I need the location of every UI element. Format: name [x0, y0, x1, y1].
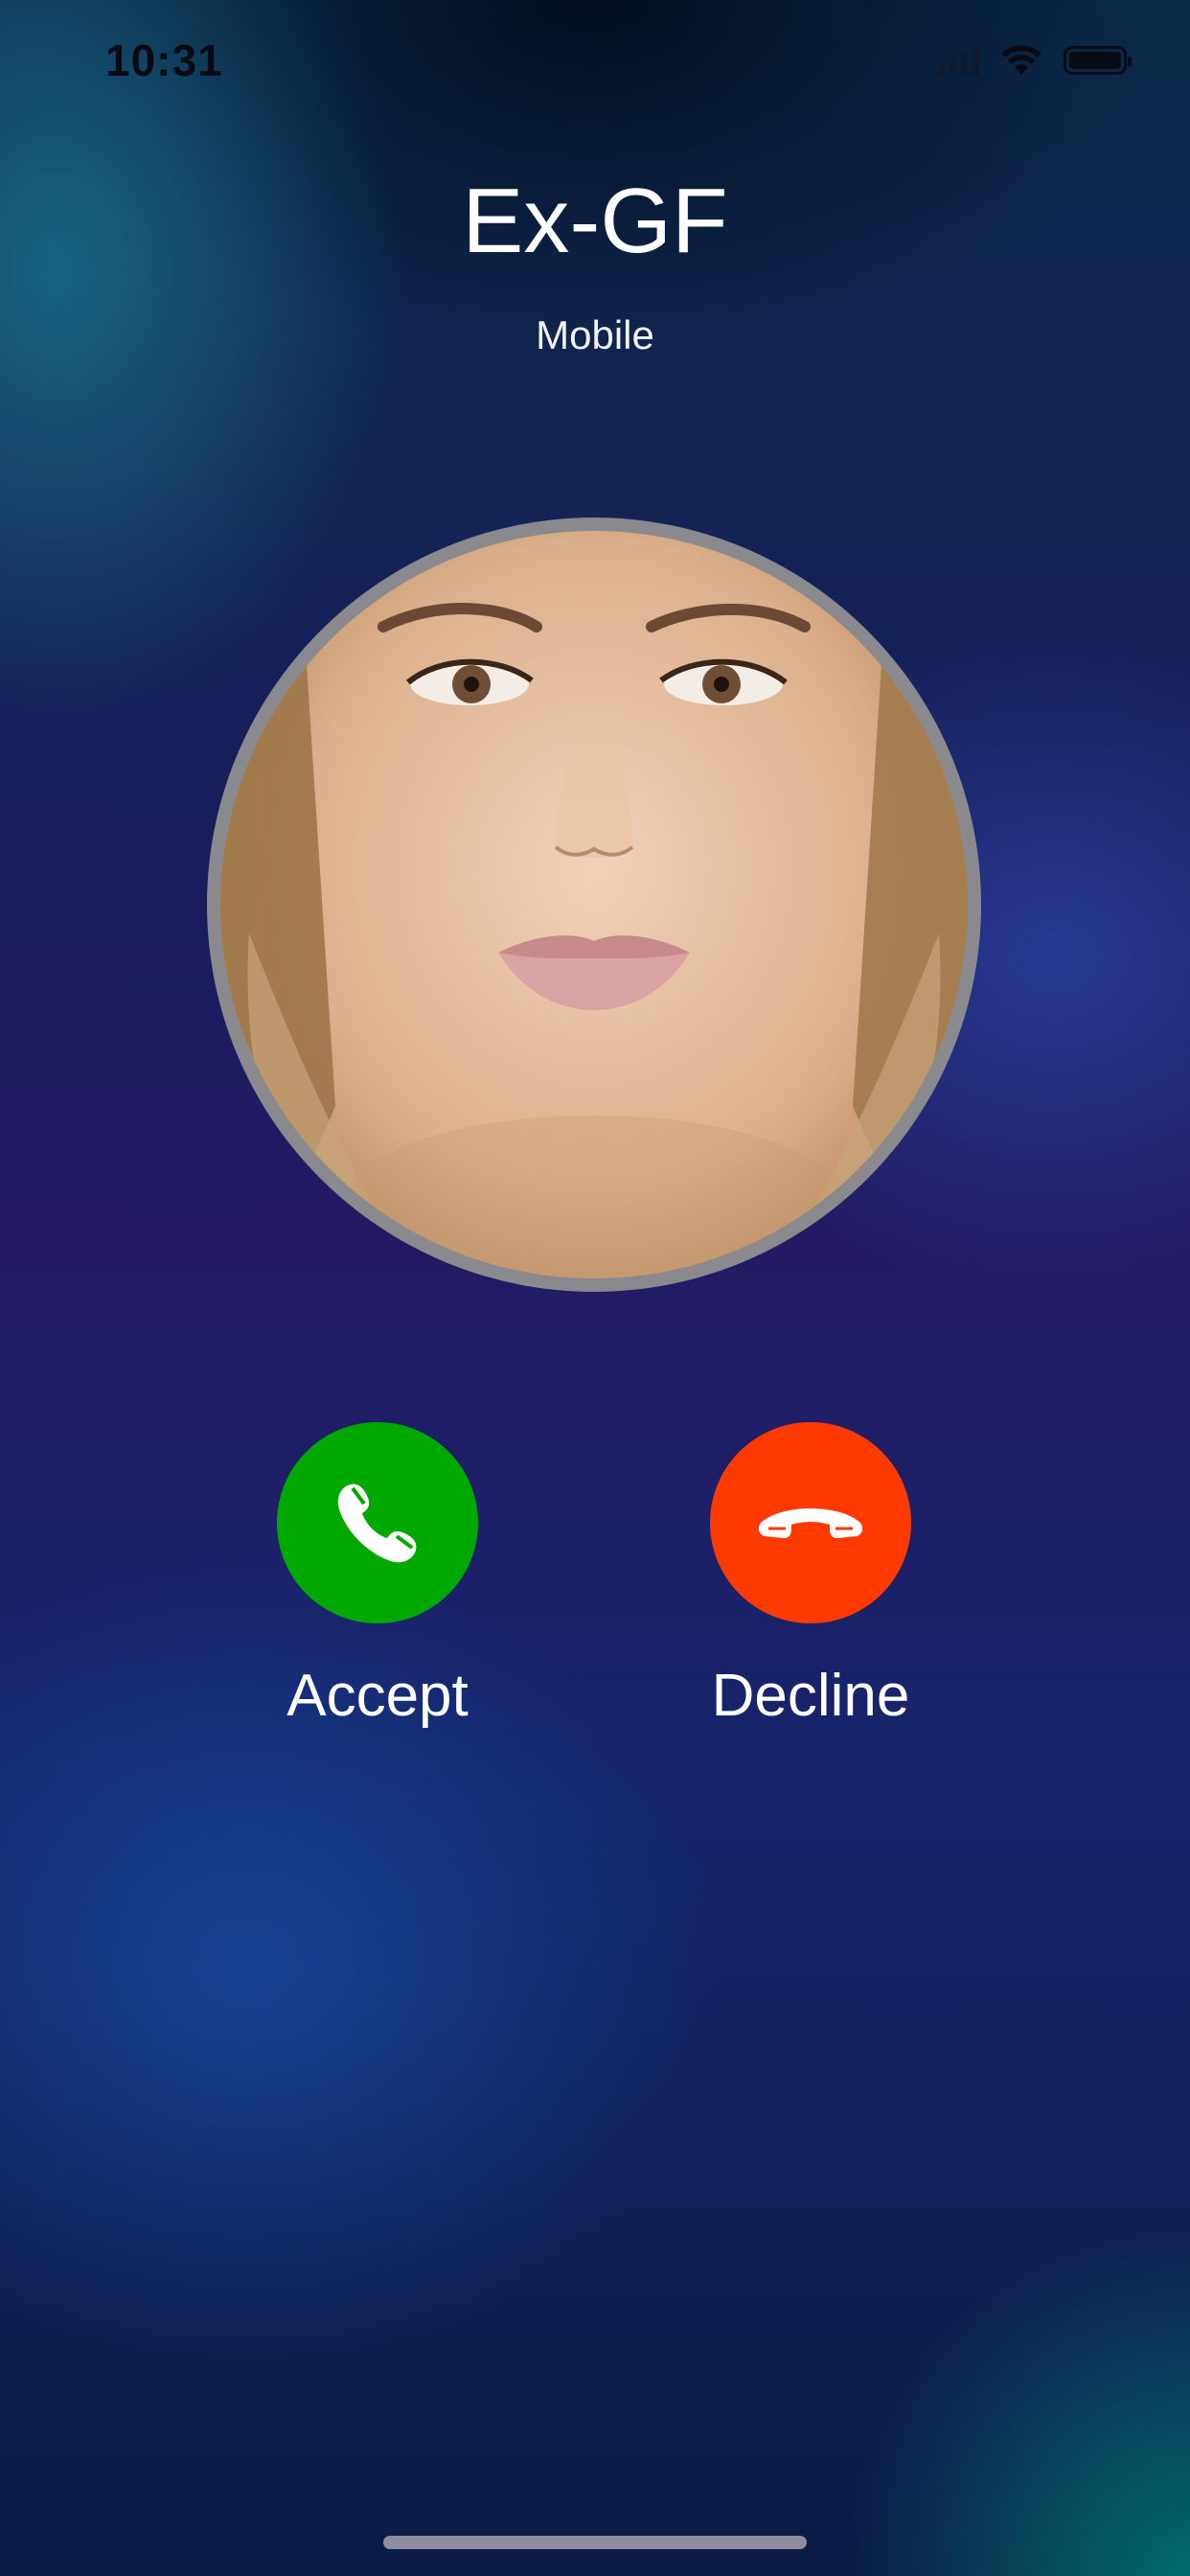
status-time: 10:31	[105, 35, 223, 85]
battery-icon	[1064, 46, 1132, 75]
incoming-call-screen: 10:31 Ex-GF Mobile Accept Decline	[0, 0, 1190, 2576]
decline-action: Decline	[676, 1422, 945, 1730]
decline-label: Decline	[711, 1663, 910, 1729]
status-bar: 10:31	[0, 0, 1190, 126]
caller-avatar	[207, 518, 981, 1292]
cellular-signal-icon	[938, 46, 979, 75]
accept-button[interactable]	[277, 1422, 478, 1623]
home-indicator[interactable]	[383, 2536, 807, 2549]
face-illustration	[220, 603, 968, 1278]
accept-label: Accept	[286, 1663, 469, 1729]
contact-photo	[220, 531, 968, 1278]
status-icons	[938, 44, 1132, 77]
phone-icon	[337, 1484, 417, 1563]
wifi-icon	[1001, 45, 1041, 75]
decline-button[interactable]	[710, 1422, 911, 1623]
caller-name: Ex-GF	[462, 170, 728, 272]
caller-type-label: Mobile	[536, 312, 654, 357]
hang-up-icon	[758, 1508, 863, 1538]
accept-action: Accept	[243, 1422, 512, 1730]
